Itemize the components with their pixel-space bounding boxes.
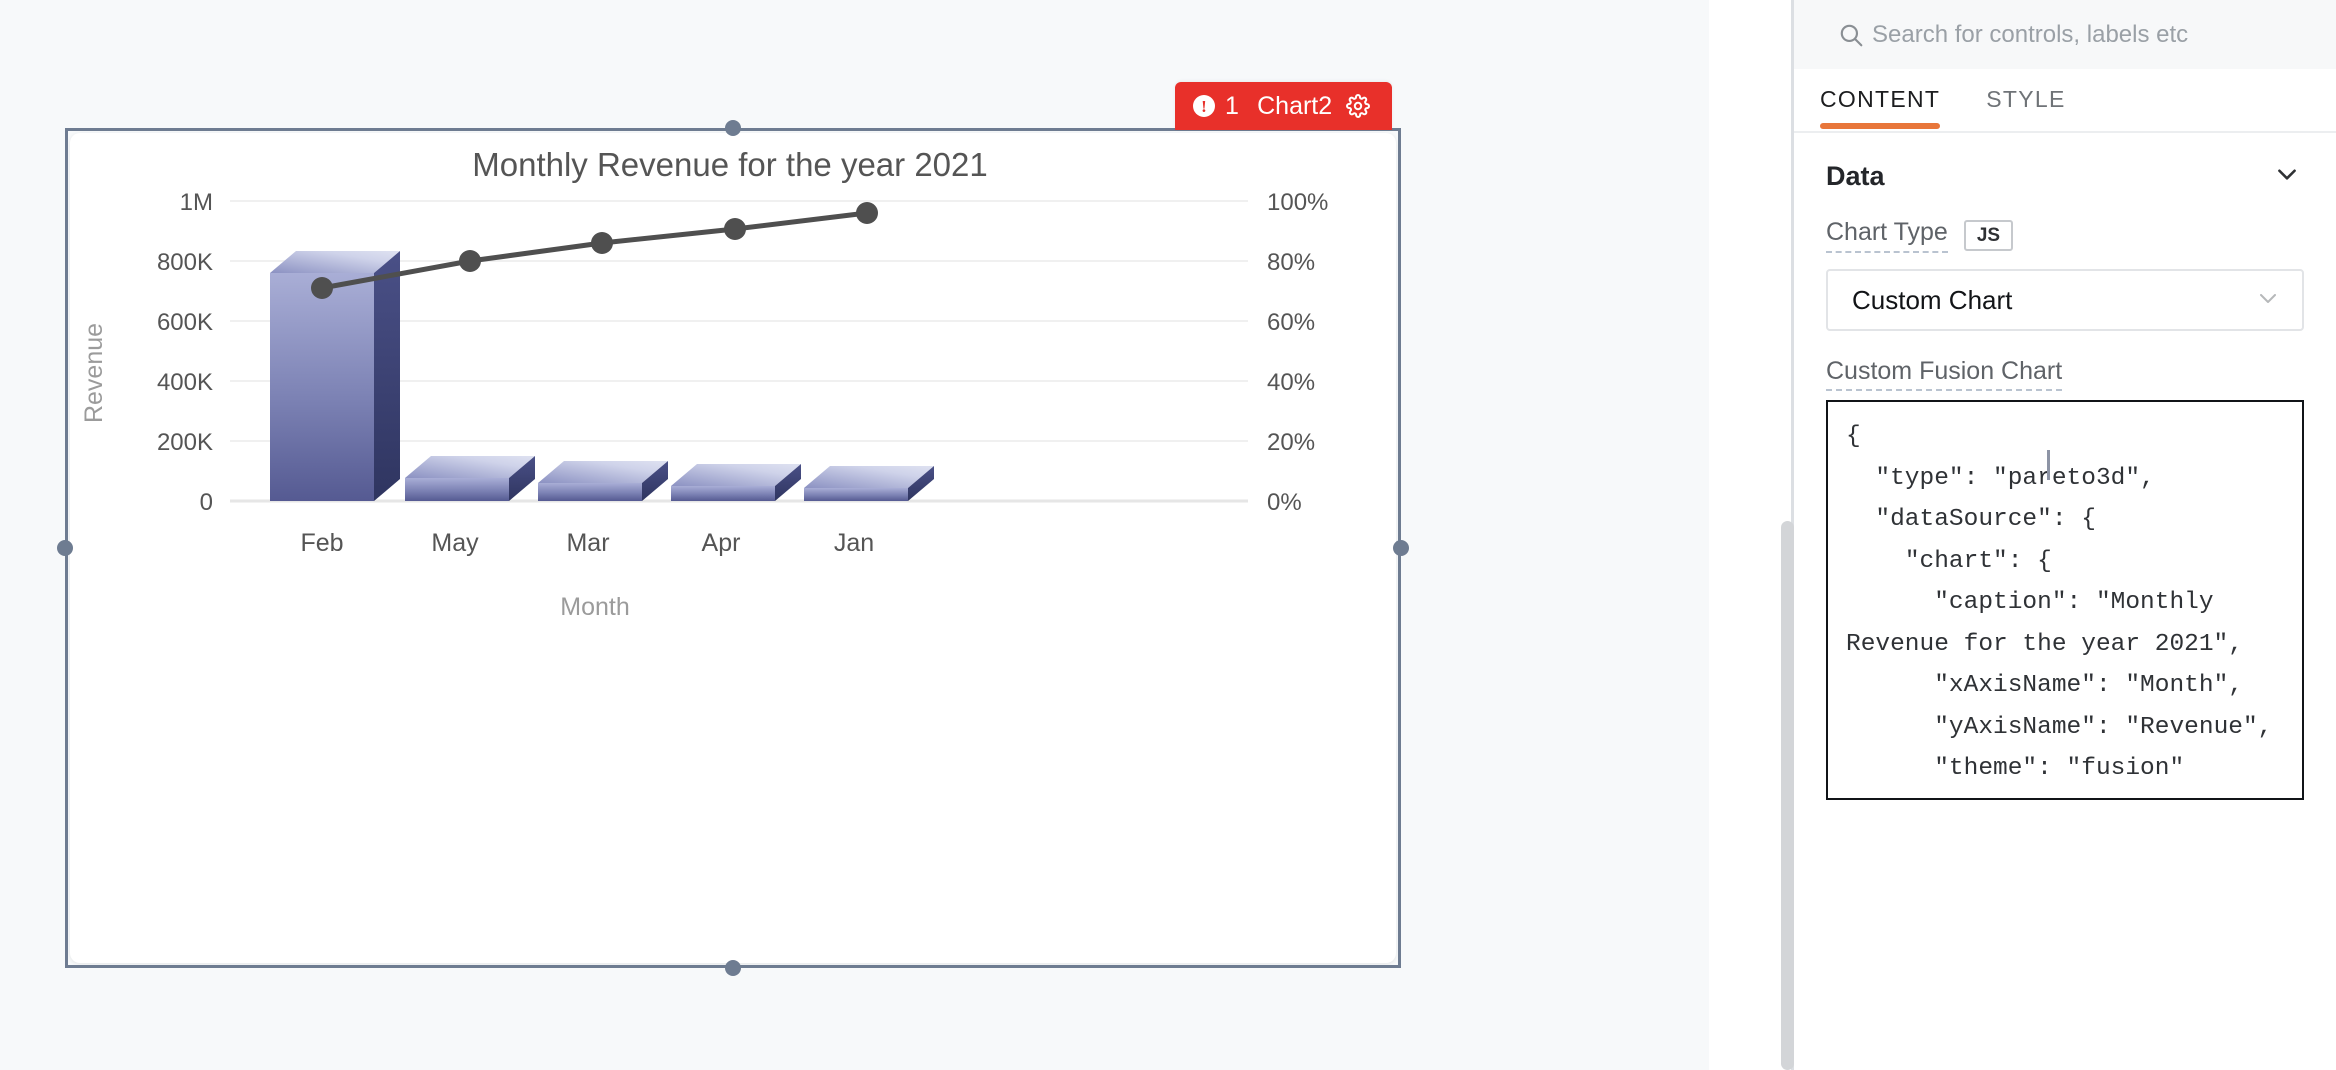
js-binding-chip[interactable]: JS: [1963, 219, 2014, 252]
custom-fusion-chart-code-editor[interactable]: { "type": "pareto3d", "dataSource": { "c…: [1826, 400, 2304, 800]
tab-content[interactable]: CONTENT: [1820, 86, 1941, 129]
search-input-placeholder[interactable]: Search for controls, labels etc: [1872, 21, 2188, 49]
error-count: 1: [1225, 91, 1240, 120]
text-caret: [2047, 450, 2050, 480]
panel-scrollbar-thumb[interactable]: [1781, 521, 1794, 1070]
code-editor-content[interactable]: { "type": "pareto3d", "dataSource": { "c…: [1828, 402, 2302, 798]
resize-handle-right[interactable]: [1393, 540, 1409, 556]
custom-fusion-chart-label: Custom Fusion Chart: [1826, 357, 2063, 391]
widget-name-label: Chart2: [1257, 91, 1333, 120]
alert-circle-icon: !: [1193, 95, 1215, 117]
chart-type-selected-value: Custom Chart: [1852, 284, 2013, 315]
panel-search-bar[interactable]: Search for controls, labels etc: [1794, 0, 2336, 69]
chevron-down-icon[interactable]: [2274, 161, 2300, 192]
section-title: Data: [1826, 161, 1885, 191]
section-header-data[interactable]: Data: [1794, 133, 2336, 200]
gear-icon[interactable]: [1346, 94, 1371, 118]
widget-error-badge[interactable]: ! 1 Chart2: [1175, 82, 1393, 130]
panel-tabs: CONTENT STYLE: [1794, 69, 2336, 133]
chart-type-select[interactable]: Custom Chart: [1826, 269, 2304, 331]
resize-handle-top[interactable]: [725, 120, 741, 136]
chart-type-label: Chart Type: [1826, 218, 1948, 253]
widget-selection-frame[interactable]: [65, 128, 1401, 968]
custom-fusion-chart-label-row: Custom Fusion Chart: [1794, 331, 2336, 391]
resize-handle-left[interactable]: [57, 540, 73, 556]
chevron-down-icon[interactable]: [2256, 286, 2280, 315]
resize-handle-bottom[interactable]: [725, 960, 741, 976]
tab-style[interactable]: STYLE: [1986, 86, 2065, 127]
chart-type-field-label-row: Chart Type JS: [1794, 200, 2336, 253]
inspector-panel: Search for controls, labels etc CONTENT …: [1794, 0, 2336, 1070]
